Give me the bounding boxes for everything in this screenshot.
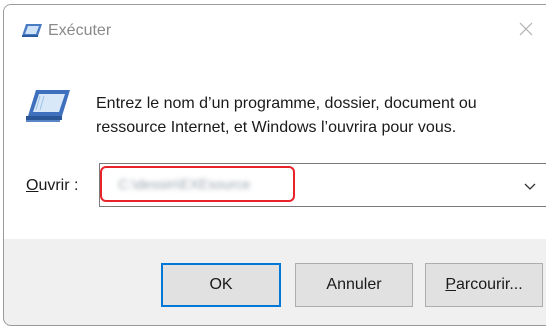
- open-combobox[interactable]: C:\dessin\EXEsource: [99, 163, 546, 207]
- highlight-annotation: [100, 166, 295, 202]
- open-label-accelerator: O: [26, 177, 39, 194]
- browse-button[interactable]: Parcourir...: [425, 263, 543, 307]
- run-dialog: Exécuter Entrez le nom d’un programme, d…: [3, 4, 546, 326]
- dialog-content: Entrez le nom d’un programme, dossier, d…: [4, 52, 546, 239]
- run-dialog-icon: [22, 24, 42, 37]
- close-icon: [519, 22, 533, 36]
- close-button[interactable]: [506, 13, 546, 45]
- ok-button[interactable]: OK: [161, 263, 281, 307]
- browse-accelerator: P: [445, 276, 456, 293]
- chevron-down-icon[interactable]: [523, 179, 537, 193]
- cancel-button[interactable]: Annuler: [295, 263, 413, 307]
- open-field-label: Ouvrir :: [26, 177, 78, 195]
- window-title: Exécuter: [48, 22, 112, 39]
- run-dialog-icon: [26, 90, 70, 122]
- open-label-text: uvrir :: [38, 177, 79, 194]
- dialog-description: Entrez le nom d’un programme, dossier, d…: [96, 95, 477, 136]
- browse-label: arcourir...: [455, 276, 523, 293]
- title-bar[interactable]: Exécuter: [4, 5, 546, 52]
